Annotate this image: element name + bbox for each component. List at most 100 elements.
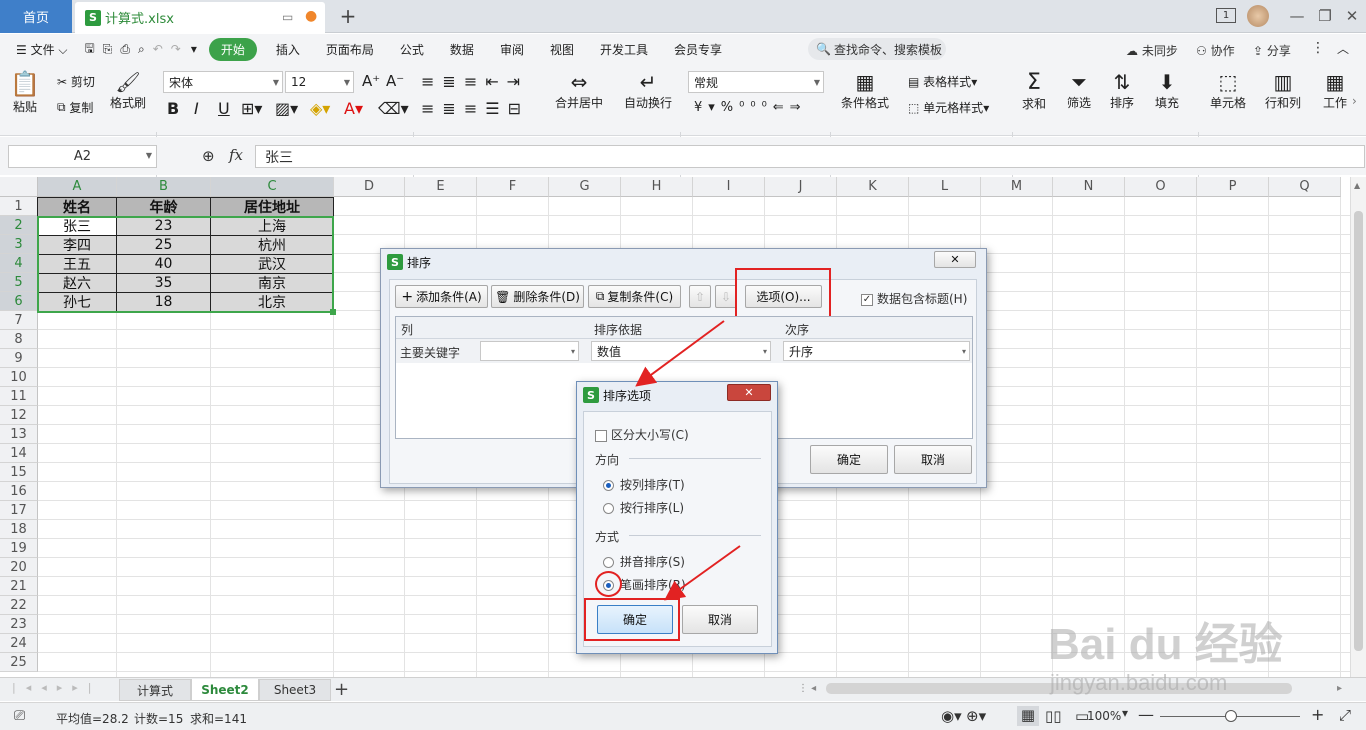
number-format-icons[interactable]: ¥▾%⁰⁰⁰⇐⇒	[694, 100, 807, 115]
column-header-p[interactable]: P	[1197, 177, 1269, 197]
cell-style-button[interactable]: ⬚ 单元格样式 ▾	[908, 99, 989, 116]
row-header-24[interactable]: 24	[0, 634, 38, 653]
page-view-icon[interactable]: ▯▯	[1045, 707, 1062, 725]
tab-view[interactable]: 视图	[537, 41, 587, 58]
zoom-level[interactable]: 100%	[1087, 709, 1121, 723]
column-header-l[interactable]: L	[909, 177, 981, 197]
copy-condition-button[interactable]: ⧉ 复制条件(C)	[588, 285, 681, 308]
column-header-d[interactable]: D	[334, 177, 405, 197]
row-header-8[interactable]: 8	[0, 330, 38, 349]
column-header-c[interactable]: C	[211, 177, 334, 197]
row-header-2[interactable]: 2	[0, 216, 38, 235]
share-button[interactable]: ⇪ 分享	[1253, 42, 1291, 59]
row-header-4[interactable]: 4	[0, 254, 38, 273]
row-header-19[interactable]: 19	[0, 539, 38, 558]
zoom-formula-icon[interactable]: ⊕	[202, 147, 215, 165]
underline-icon[interactable]: U	[218, 99, 230, 118]
column-header-k[interactable]: K	[837, 177, 909, 197]
macro-icon[interactable]: ⎚	[14, 708, 25, 724]
select-all-corner[interactable]	[0, 177, 38, 197]
add-sheet-icon[interactable]: +	[334, 679, 349, 700]
table-header-cell[interactable]: 年龄	[116, 197, 211, 217]
undo-icon[interactable]: ↶	[149, 42, 167, 56]
align-row-icons[interactable]: ≡≣≡⇤⇥	[421, 72, 528, 91]
fullscreen-icon[interactable]: ⤢	[1339, 706, 1351, 724]
number-format-select[interactable]: 常规 ▼	[688, 71, 824, 93]
font-size-select[interactable]: 12 ▼	[285, 71, 354, 93]
quick-access-dropdown-icon[interactable]: ▾	[185, 42, 203, 56]
tab-member[interactable]: 会员专享	[661, 41, 735, 58]
font-color-icon[interactable]: A▾	[344, 99, 363, 118]
file-menu[interactable]: ☰ 文件 ⌵	[0, 41, 81, 58]
scroll-up-icon[interactable]: ▲	[1354, 181, 1360, 190]
font-family-select[interactable]: 宋体 ▼	[163, 71, 283, 93]
export-icon[interactable]: ⎘	[99, 42, 117, 57]
tab-start[interactable]: 开始	[208, 37, 257, 61]
tab-data[interactable]: 数据	[437, 41, 487, 58]
print-icon[interactable]: ⎙	[116, 42, 134, 57]
scroll-right-icon[interactable]: ›	[1352, 94, 1357, 108]
sort-cancel-button[interactable]: 取消	[894, 445, 972, 474]
eye-protection-icon[interactable]: ◉▾	[941, 707, 962, 725]
fill-color-icon[interactable]: ▨▾	[275, 99, 298, 118]
column-header-q[interactable]: Q	[1269, 177, 1341, 197]
formula-input[interactable]: 张三	[255, 145, 1365, 168]
column-header-i[interactable]: I	[693, 177, 765, 197]
row-header-25[interactable]: 25	[0, 653, 38, 672]
hscroll-right-icon[interactable]: ▸	[1337, 683, 1342, 694]
halign-row-icons[interactable]: ≡≣≡☰⊟	[421, 99, 529, 118]
border-icon[interactable]: ⊞▾	[241, 99, 262, 118]
row-header-12[interactable]: 12	[0, 406, 38, 425]
column-header-a[interactable]: A	[38, 177, 117, 197]
name-box[interactable]: A2 ▼	[8, 145, 157, 168]
zoom-in-icon[interactable]: +	[1311, 705, 1324, 724]
row-header-13[interactable]: 13	[0, 425, 38, 444]
collab-button[interactable]: ⚇ 协作	[1196, 42, 1235, 59]
bold-icon[interactable]: B	[167, 99, 179, 118]
table-style-button[interactable]: ▤ 表格样式 ▾	[908, 73, 977, 90]
pinyin-sort-radio[interactable]: 拼音排序(S)	[603, 553, 685, 570]
wrap-text-button[interactable]: ↵ 自动换行	[624, 70, 672, 111]
move-down-icon[interactable]: ⇩	[715, 285, 737, 308]
row-header-1[interactable]: 1	[0, 197, 38, 216]
column-header-g[interactable]: G	[549, 177, 621, 197]
table-header-cell[interactable]: 姓名	[37, 197, 117, 217]
bucket-icon[interactable]: ◈▾	[310, 99, 330, 118]
tab-insert[interactable]: 插入	[263, 41, 313, 58]
column-header-f[interactable]: F	[477, 177, 549, 197]
key-column-select[interactable]: ▾	[480, 341, 579, 361]
window-icon[interactable]: ▭	[282, 10, 293, 24]
row-header-9[interactable]: 9	[0, 349, 38, 368]
normal-view-icon[interactable]: ▦	[1017, 706, 1039, 726]
new-tab-button[interactable]: +	[336, 4, 360, 28]
copy-button[interactable]: ⧉ 复制	[57, 99, 93, 116]
row-header-7[interactable]: 7	[0, 311, 38, 330]
row-header-10[interactable]: 10	[0, 368, 38, 387]
row-header-21[interactable]: 21	[0, 577, 38, 596]
row-header-22[interactable]: 22	[0, 596, 38, 615]
italic-icon[interactable]: I	[194, 99, 199, 118]
tab-review[interactable]: 审阅	[487, 41, 537, 58]
move-up-icon[interactable]: ⇧	[689, 285, 711, 308]
sort-ok-button[interactable]: 确定	[810, 445, 888, 474]
row-header-17[interactable]: 17	[0, 501, 38, 520]
window-count-badge[interactable]: 1	[1216, 8, 1236, 23]
redo-icon[interactable]: ↷	[167, 42, 185, 56]
save-icon[interactable]: 🖫	[81, 39, 99, 60]
row-header-6[interactable]: 6	[0, 292, 38, 311]
grow-font-icon[interactable]: A⁺	[362, 72, 380, 90]
row-col-button[interactable]: ▥ 行和列	[1265, 70, 1301, 111]
vertical-scrollbar[interactable]: ▲	[1350, 177, 1366, 677]
fill-handle[interactable]	[330, 309, 336, 315]
sort-by-column-radio[interactable]: 按列排序(T)	[603, 476, 685, 493]
has-header-checkbox[interactable]: ✓ 数据包含标题(H)	[861, 290, 967, 307]
sheet-tab-3[interactable]: Sheet3	[259, 679, 331, 701]
sort-order-select[interactable]: 升序 ▾	[783, 341, 970, 361]
cut-button[interactable]: ✂ 剪切	[57, 73, 95, 90]
close-icon[interactable]: ✕	[1337, 4, 1366, 28]
restore-icon[interactable]: ❐	[1310, 4, 1340, 28]
row-header-16[interactable]: 16	[0, 482, 38, 501]
column-header-e[interactable]: E	[405, 177, 477, 197]
sum-button[interactable]: Σ 求和	[1022, 70, 1046, 112]
freeze-icon[interactable]: ⊕▾	[966, 707, 986, 725]
